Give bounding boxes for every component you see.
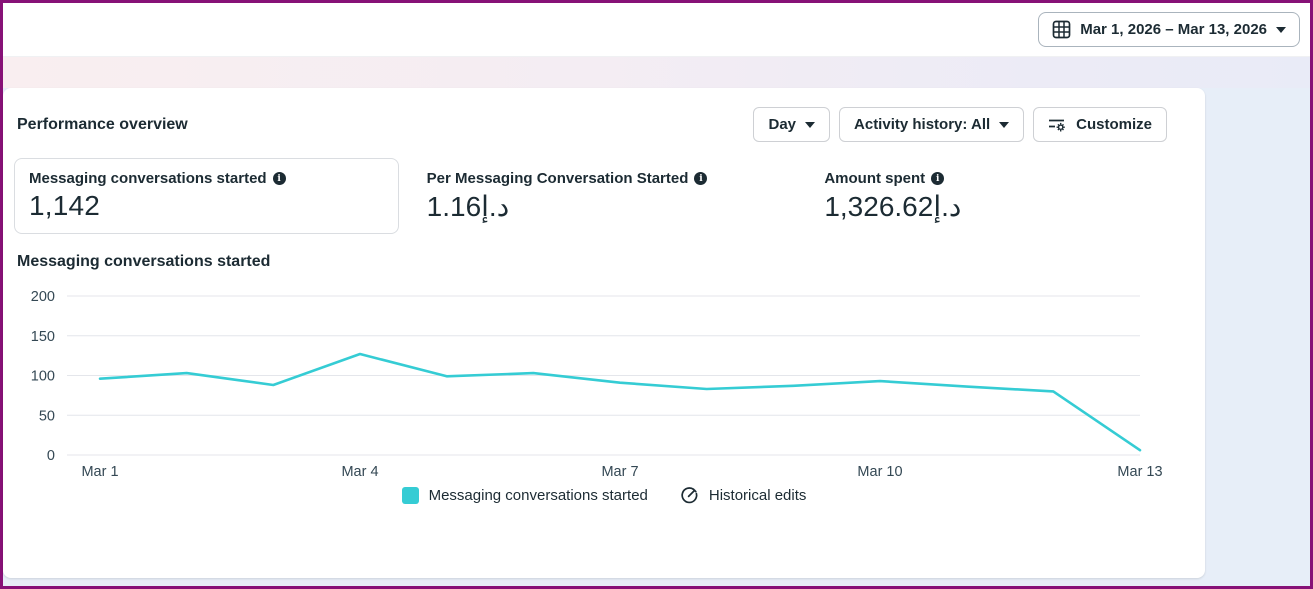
chevron-down-icon — [805, 122, 815, 128]
svg-text:0: 0 — [47, 448, 55, 464]
page-title: Performance overview — [17, 116, 188, 134]
svg-text:Mar 7: Mar 7 — [601, 464, 638, 480]
header-gradient-band — [3, 57, 1310, 88]
svg-text:Mar 1: Mar 1 — [81, 464, 118, 480]
toolbar: Day Activity history: All — [753, 107, 1167, 142]
series-swatch-icon — [402, 487, 419, 504]
svg-text:Mar 13: Mar 13 — [1117, 464, 1162, 480]
chart-legend: Messaging conversations started Historic… — [3, 486, 1205, 505]
customize-label: Customize — [1076, 116, 1152, 133]
page-background: Performance overview Day Activity histor… — [3, 88, 1310, 586]
svg-text:Mar 10: Mar 10 — [857, 464, 902, 480]
activity-history-label: Activity history: All — [854, 116, 990, 133]
legend-historical-edits-label: Historical edits — [709, 487, 807, 504]
info-icon[interactable] — [931, 172, 944, 185]
svg-text:100: 100 — [31, 369, 55, 385]
metric-label: Amount spent — [824, 170, 925, 187]
svg-text:200: 200 — [31, 289, 55, 305]
metric-cards-row: Messaging conversations started 1,142 Pe… — [14, 158, 1194, 234]
date-range-label: Mar 1, 2026 – Mar 13, 2026 — [1080, 21, 1267, 38]
day-dropdown-label: Day — [768, 116, 796, 133]
historical-edits-icon — [680, 486, 699, 505]
chevron-down-icon — [1276, 27, 1286, 33]
metric-card-amount-spent[interactable]: Amount spent 1,326.62د.إ — [809, 158, 1194, 234]
chevron-down-icon — [999, 122, 1009, 128]
app-window: Mar 1, 2026 – Mar 13, 2026 Performance o… — [0, 0, 1313, 589]
metric-card-messaging-conversations[interactable]: Messaging conversations started 1,142 — [14, 158, 399, 234]
line-chart-svg: 0 50 100 150 200 Mar 1 Mar 4 Mar 7 Mar 10 Mar 13 — [13, 279, 1193, 482]
info-icon[interactable] — [694, 172, 707, 185]
day-dropdown[interactable]: Day — [753, 107, 830, 142]
metric-label: Messaging conversations started — [29, 170, 267, 187]
metric-value: 1,142 — [29, 190, 384, 222]
legend-item-series: Messaging conversations started — [402, 487, 648, 504]
legend-series-label: Messaging conversations started — [429, 487, 648, 504]
svg-text:Mar 4: Mar 4 — [341, 464, 378, 480]
metric-label: Per Messaging Conversation Started — [427, 170, 689, 187]
info-icon[interactable] — [273, 172, 286, 185]
svg-text:150: 150 — [31, 329, 55, 345]
svg-text:50: 50 — [39, 408, 55, 424]
performance-overview-panel: Performance overview Day Activity histor… — [3, 88, 1205, 578]
chart-heading: Messaging conversations started — [17, 253, 1205, 271]
legend-item-historical-edits: Historical edits — [680, 486, 807, 505]
calendar-grid-icon — [1052, 20, 1071, 39]
top-bar: Mar 1, 2026 – Mar 13, 2026 — [3, 3, 1310, 57]
metric-card-per-conversation-cost[interactable]: Per Messaging Conversation Started 1.16د… — [412, 158, 797, 234]
customize-button[interactable]: Customize — [1033, 107, 1167, 142]
metric-value: 1.16د.إ — [427, 190, 782, 223]
date-range-picker[interactable]: Mar 1, 2026 – Mar 13, 2026 — [1038, 12, 1300, 47]
activity-history-dropdown[interactable]: Activity history: All — [839, 107, 1024, 142]
customize-settings-icon — [1048, 116, 1067, 133]
metric-value: 1,326.62د.إ — [824, 190, 1179, 223]
